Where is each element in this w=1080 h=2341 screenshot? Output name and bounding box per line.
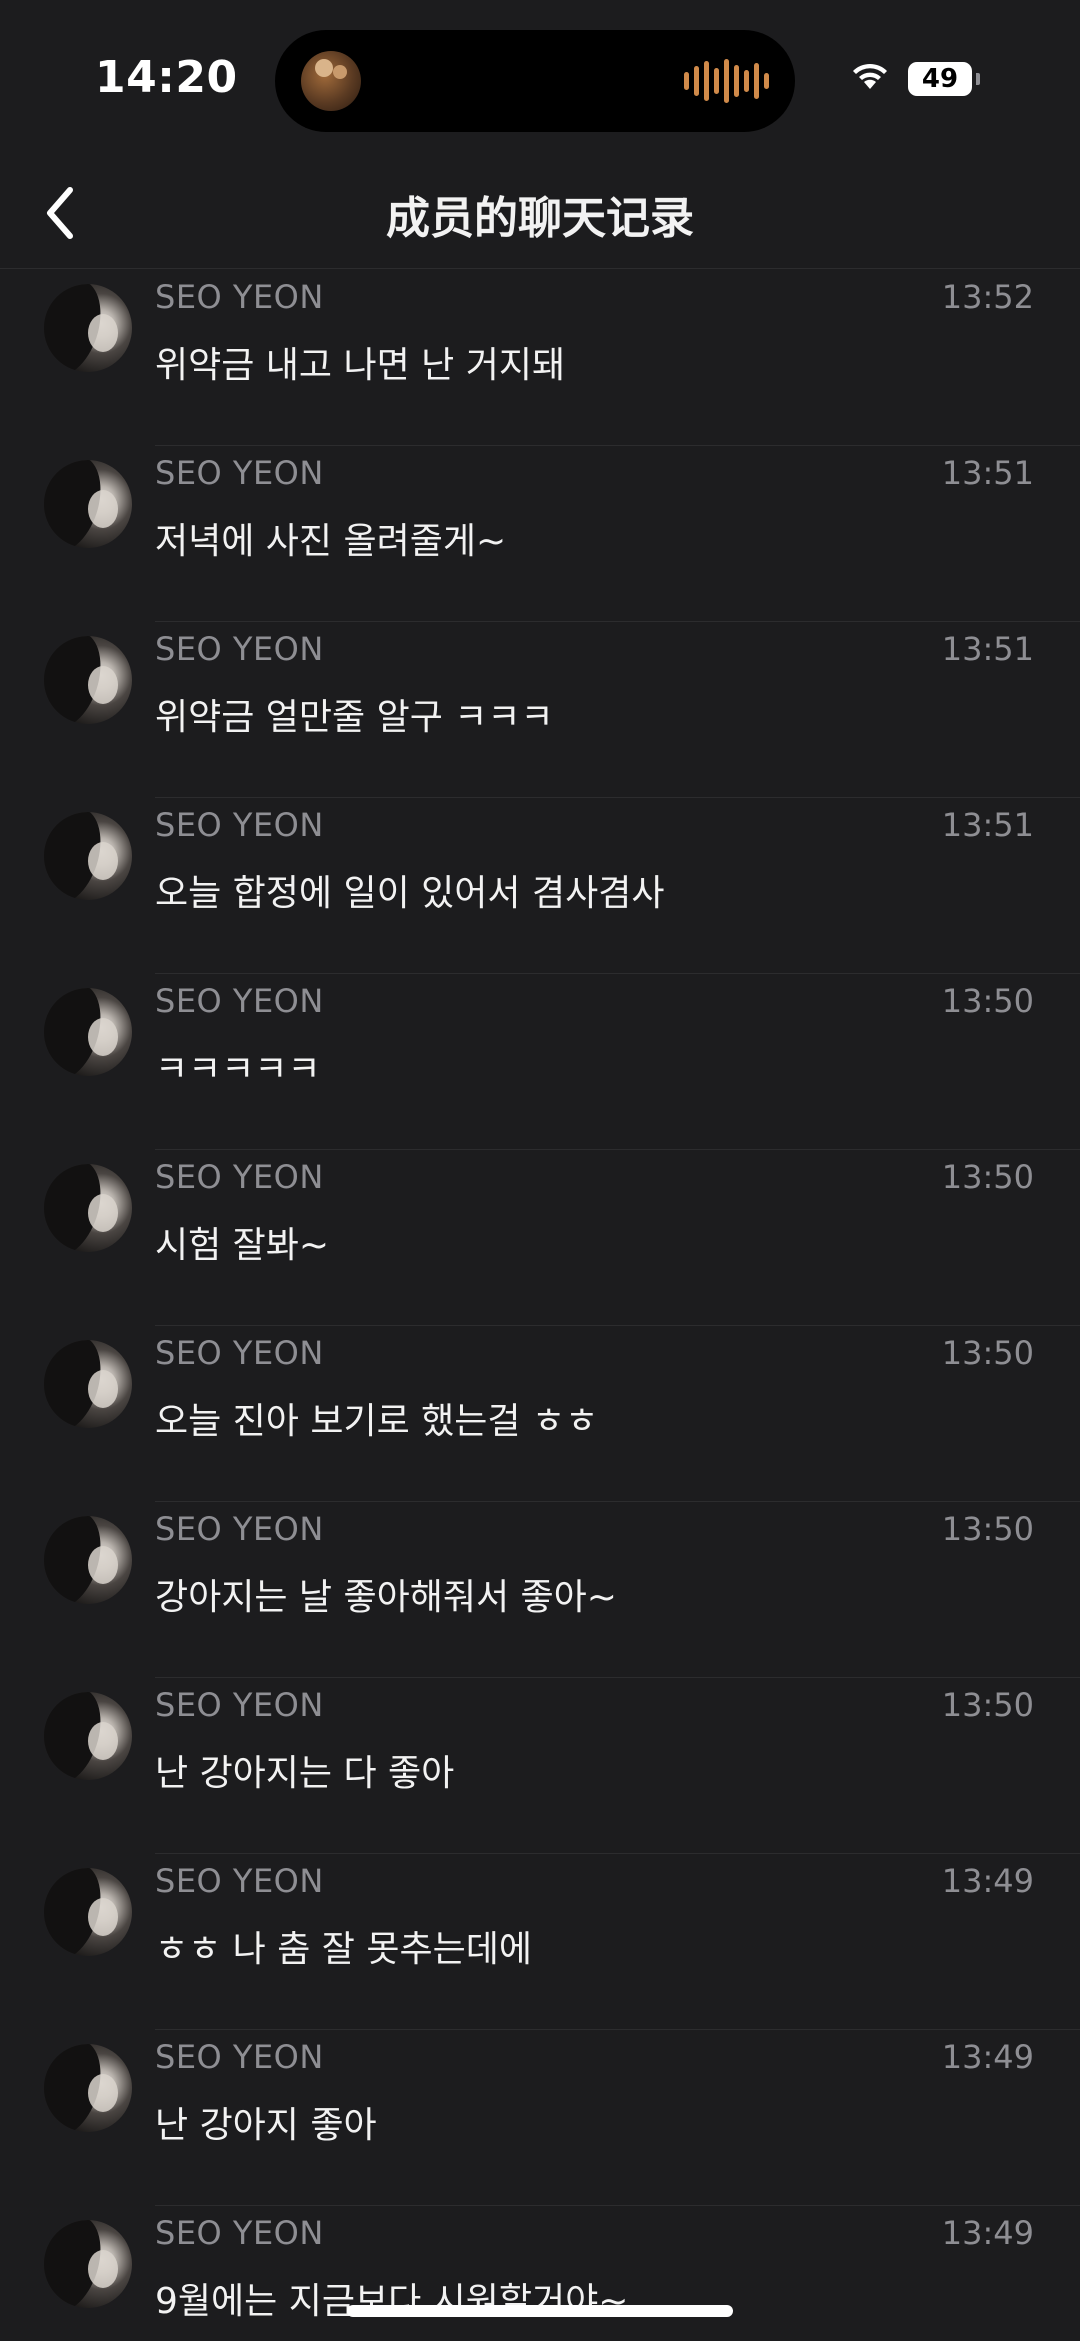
sender-name: SEO YEON: [155, 278, 324, 316]
message-time: 13:49: [941, 2214, 1034, 2252]
message-text: ㅎㅎ 나 춤 잘 못추는데에: [155, 1929, 532, 1970]
sender-name: SEO YEON: [155, 1686, 324, 1724]
message-time: 13:50: [941, 1686, 1034, 1724]
message-time: 13:50: [941, 1158, 1034, 1196]
avatar[interactable]: [44, 2220, 132, 2308]
message-row[interactable]: SEO YEON 13:50 시험 잘봐~: [0, 1150, 1080, 1326]
message-row[interactable]: SEO YEON 13:51 위약금 얼만줄 알구 ㅋㅋㅋ: [0, 622, 1080, 798]
avatar[interactable]: [44, 812, 132, 900]
page-title: 成员的聊天记录: [386, 193, 694, 244]
message-row[interactable]: SEO YEON 13:50 ㅋㅋㅋㅋㅋ: [0, 974, 1080, 1150]
avatar[interactable]: [44, 2044, 132, 2132]
message-time: 13:49: [941, 1862, 1034, 1900]
avatar[interactable]: [44, 284, 132, 372]
avatar[interactable]: [44, 988, 132, 1076]
message-text: 오늘 합정에 일이 있어서 겸사겸사: [155, 873, 665, 914]
message-row[interactable]: SEO YEON 13:50 오늘 진아 보기로 했는걸 ㅎㅎ: [0, 1326, 1080, 1502]
avatar[interactable]: [44, 1868, 132, 1956]
message-time: 13:51: [941, 630, 1034, 668]
sender-name: SEO YEON: [155, 1334, 324, 1372]
status-bar: 14:20 49: [0, 0, 1080, 160]
message-row[interactable]: SEO YEON 13:50 강아지는 날 좋아해줘서 좋아~: [0, 1502, 1080, 1678]
battery-cap: [976, 73, 980, 85]
message-text: 시험 잘봐~: [155, 1225, 330, 1266]
message-text: 난 강아지 좋아: [155, 2105, 377, 2146]
message-time: 13:50: [941, 982, 1034, 1020]
message-row[interactable]: SEO YEON 13:51 오늘 합정에 일이 있어서 겸사겸사: [0, 798, 1080, 974]
message-text: 난 강아지는 다 좋아: [155, 1753, 455, 1794]
dynamic-island[interactable]: [275, 30, 795, 132]
nav-divider: [0, 268, 1080, 269]
now-playing-artwork: [301, 51, 361, 111]
avatar[interactable]: [44, 1164, 132, 1252]
battery-icon: 49: [908, 62, 972, 96]
message-time: 13:50: [941, 1510, 1034, 1548]
sender-name: SEO YEON: [155, 630, 324, 668]
message-text: 강아지는 날 좋아해줘서 좋아~: [155, 1577, 617, 1618]
home-indicator[interactable]: [347, 2305, 733, 2317]
message-text: 위약금 내고 나면 난 거지돼: [155, 345, 566, 386]
sender-name: SEO YEON: [155, 1158, 324, 1196]
message-row[interactable]: SEO YEON 13:49 ㅎㅎ 나 춤 잘 못추는데에: [0, 1854, 1080, 2030]
avatar[interactable]: [44, 636, 132, 724]
wifi-icon: [853, 63, 887, 89]
message-row[interactable]: SEO YEON 13:50 난 강아지는 다 좋아: [0, 1678, 1080, 1854]
avatar[interactable]: [44, 1516, 132, 1604]
avatar[interactable]: [44, 1692, 132, 1780]
avatar[interactable]: [44, 1340, 132, 1428]
message-row[interactable]: SEO YEON 13:49 난 강아지 좋아: [0, 2030, 1080, 2206]
message-text: 저녁에 사진 올려줄게~: [155, 521, 507, 562]
sender-name: SEO YEON: [155, 1510, 324, 1548]
avatar[interactable]: [44, 460, 132, 548]
message-text: 오늘 진아 보기로 했는걸 ㅎㅎ: [155, 1401, 599, 1442]
message-text: 위약금 얼만줄 알구 ㅋㅋㅋ: [155, 697, 554, 738]
message-text: ㅋㅋㅋㅋㅋ: [155, 1049, 321, 1090]
sender-name: SEO YEON: [155, 982, 324, 1020]
message-time: 13:50: [941, 1334, 1034, 1372]
nav-bar: 成员的聊天记录: [0, 160, 1080, 270]
sender-name: SEO YEON: [155, 2038, 324, 2076]
message-list[interactable]: SEO YEON 13:52 위약금 내고 나면 난 거지돼 SEO YEON …: [0, 270, 1080, 2341]
message-row[interactable]: SEO YEON 13:49 9월에는 지금보다 시원할거야~: [0, 2206, 1080, 2341]
message-time: 13:51: [941, 806, 1034, 844]
message-row[interactable]: SEO YEON 13:52 위약금 내고 나면 난 거지돼: [0, 270, 1080, 446]
message-time: 13:51: [941, 454, 1034, 492]
audio-waveform-icon: [684, 58, 769, 104]
sender-name: SEO YEON: [155, 1862, 324, 1900]
message-time: 13:52: [941, 278, 1034, 316]
message-row[interactable]: SEO YEON 13:51 저녁에 사진 올려줄게~: [0, 446, 1080, 622]
sender-name: SEO YEON: [155, 2214, 324, 2252]
sender-name: SEO YEON: [155, 806, 324, 844]
message-time: 13:49: [941, 2038, 1034, 2076]
status-time: 14:20: [95, 52, 238, 103]
sender-name: SEO YEON: [155, 454, 324, 492]
